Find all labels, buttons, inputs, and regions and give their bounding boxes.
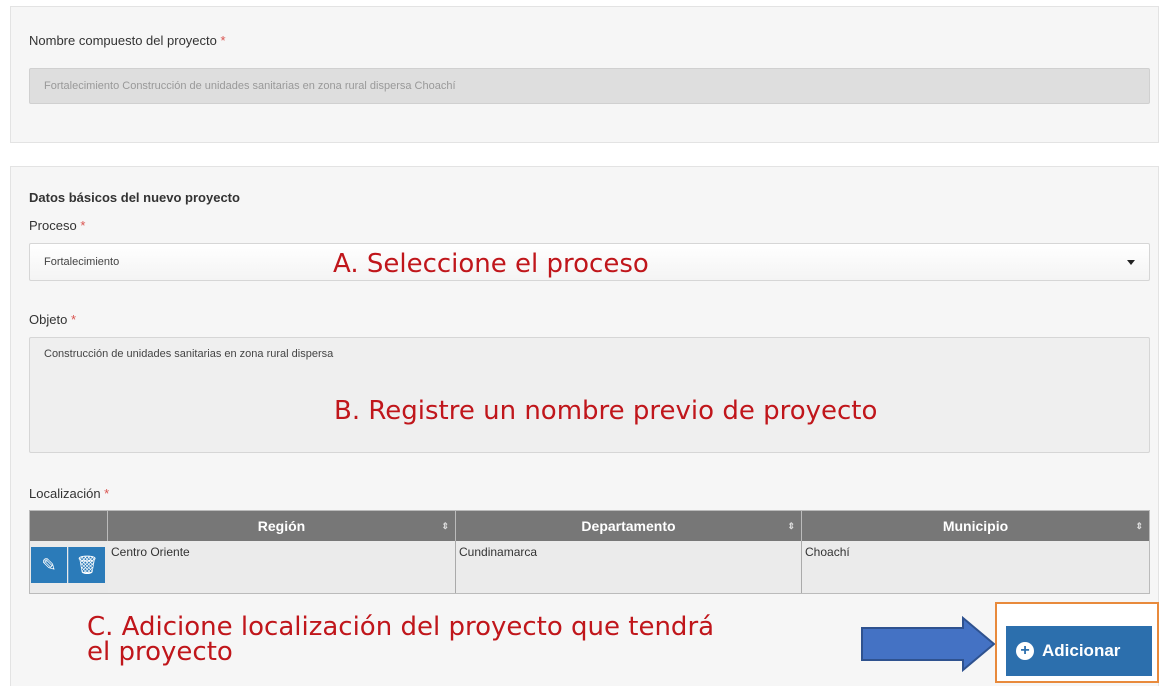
annotation-a: A. Seleccione el proceso [333,249,649,279]
location-label-text: Localización [29,486,101,501]
basic-data-heading: Datos básicos del nuevo proyecto [29,190,240,205]
required-mark: * [70,312,76,327]
compound-name-label-text: Nombre compuesto del proyecto [29,33,217,48]
column-header-label: Municipio [942,518,1009,534]
required-mark: * [104,486,110,501]
object-label: Objeto * [29,312,76,327]
annotation-c-line2: el proyecto [87,637,233,667]
caret-down-icon [1127,260,1135,265]
actions-column-header [30,511,108,541]
column-header-label: Departamento [581,518,676,534]
object-label-text: Objeto [29,312,68,327]
trash-icon[interactable]: 🗑 [68,547,105,583]
required-mark: * [220,33,226,48]
column-header-departamento[interactable]: Departamento ⇕ [456,511,802,541]
compound-name-field: Fortalecimiento Construcción de unidades… [29,68,1150,104]
basic-data-panel: Datos básicos del nuevo proyecto Proceso… [10,166,1159,686]
table-cell-municipio: Choachí [802,541,1149,593]
object-textarea[interactable]: Construcción de unidades sanitarias en z… [29,337,1150,453]
right-arrow-icon [861,616,996,672]
column-header-municipio[interactable]: Municipio ⇕ [802,511,1149,541]
location-label: Localización * [29,486,109,501]
compound-name-label: Nombre compuesto del proyecto * [29,33,226,48]
column-header-region[interactable]: Región ⇕ [108,511,456,541]
pencil-icon[interactable]: ✎ [31,547,67,583]
sort-icon: ⇕ [1135,521,1143,531]
location-table: Región ⇕ Departamento ⇕ Municipio ⇕ ✎ 🗑 … [29,510,1150,594]
process-label: Proceso * [29,218,85,233]
process-select-value: Fortalecimiento [44,256,120,268]
process-label-text: Proceso [29,218,77,233]
compound-name-panel: Nombre compuesto del proyecto * Fortalec… [10,6,1159,143]
sort-icon: ⇕ [441,521,449,531]
table-cell-departamento: Cundinamarca [456,541,802,593]
column-header-label: Región [257,518,306,534]
add-location-button[interactable]: + Adicionar [1006,626,1152,676]
plus-circle-icon: + [1016,642,1034,660]
add-button-label: Adicionar [1042,641,1121,660]
sort-icon: ⇕ [787,521,795,531]
table-cell-region: Centro Oriente [108,541,456,593]
annotation-b: B. Registre un nombre previo de proyecto [334,396,878,426]
required-mark: * [80,218,86,233]
